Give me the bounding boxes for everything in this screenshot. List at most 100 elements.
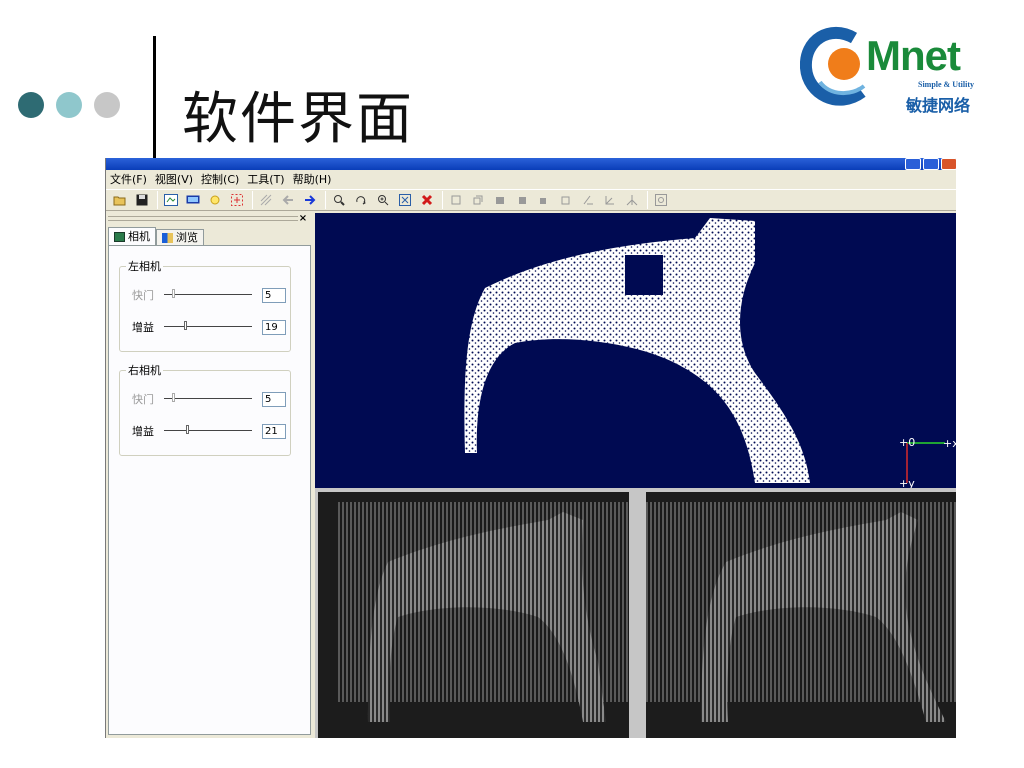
title-divider — [153, 36, 156, 172]
slider-track — [164, 398, 252, 399]
light-icon[interactable] — [205, 191, 225, 209]
panel-close-button[interactable]: × — [296, 213, 310, 225]
view-front-icon[interactable] — [468, 191, 488, 209]
panel-tabs: 相机 浏览 — [108, 227, 204, 245]
right-gain-row: 增益 21 — [132, 423, 286, 439]
logo-brand: Mnet — [866, 32, 961, 79]
browse-tab-icon — [162, 232, 173, 243]
display-icon[interactable] — [183, 191, 203, 209]
slide-bullet-dots — [18, 92, 120, 118]
point-cloud-graphic: +0 +x +y — [464, 218, 956, 488]
view-top-icon[interactable] — [446, 191, 466, 209]
camera-view-icon[interactable] — [161, 191, 181, 209]
grid-icon[interactable] — [256, 191, 276, 209]
view-bottom-icon[interactable] — [556, 191, 576, 209]
slider-thumb[interactable] — [172, 393, 175, 402]
left-camera-title: 左相机 — [126, 260, 163, 273]
menu-control[interactable]: 控制(C) — [199, 171, 245, 187]
menu-view[interactable]: 视图(V) — [153, 171, 199, 187]
crosshair-icon[interactable] — [227, 191, 247, 209]
left-gain-slider[interactable] — [164, 320, 252, 334]
left-camera-photo — [338, 502, 629, 722]
right-camera-group: 右相机 快门 5 增益 21 — [119, 364, 291, 456]
bullet-dot-1 — [18, 92, 44, 118]
fit-view-icon[interactable] — [395, 191, 415, 209]
window-titlebar[interactable] — [106, 158, 956, 170]
mnet-logo: Mnet Simple & Utility 敏捷网络 — [800, 22, 992, 122]
close-button[interactable] — [941, 158, 956, 170]
toolbar — [106, 189, 956, 211]
axis-y-icon[interactable] — [600, 191, 620, 209]
axis-x-icon[interactable] — [578, 191, 598, 209]
left-camera-group: 左相机 快门 5 增益 19 — [119, 260, 291, 352]
minimize-button[interactable] — [905, 158, 921, 170]
left-shutter-row: 快门 5 — [132, 287, 286, 303]
axis-y-label: +y — [899, 477, 915, 488]
maximize-button[interactable] — [923, 158, 939, 170]
right-gain-value[interactable]: 21 — [262, 423, 286, 439]
back-arrow-icon[interactable] — [278, 191, 298, 209]
slider-thumb[interactable] — [184, 321, 187, 330]
menu-help[interactable]: 帮助(H) — [291, 171, 338, 187]
zoom-icon[interactable] — [329, 191, 349, 209]
right-shutter-value[interactable]: 5 — [262, 391, 286, 407]
left-gain-row: 增益 19 — [132, 319, 286, 335]
right-shutter-label: 快门 — [132, 393, 154, 406]
right-shutter-slider[interactable] — [164, 392, 252, 406]
right-shutter-row: 快门 5 — [132, 391, 286, 407]
slider-thumb[interactable] — [172, 289, 175, 298]
axis-x-label: +x — [943, 437, 956, 450]
bullet-dot-2 — [56, 92, 82, 118]
zoom-in-icon[interactable] — [373, 191, 393, 209]
app-window: 文件(F) 视图(V) 控制(C) 工具(T) 帮助(H) × 相机 浏览 左相… — [105, 158, 956, 738]
open-icon[interactable] — [110, 191, 130, 209]
toolbar-separator — [647, 191, 648, 209]
toolbar-separator — [442, 191, 443, 209]
zoom-window-icon[interactable] — [651, 191, 671, 209]
delete-icon[interactable] — [417, 191, 437, 209]
left-shutter-value[interactable]: 5 — [262, 287, 286, 303]
panel-grip[interactable] — [108, 216, 298, 221]
camera-tab-icon — [114, 231, 125, 242]
menu-file[interactable]: 文件(F) — [108, 171, 153, 187]
view-left-icon[interactable] — [490, 191, 510, 209]
right-camera-image[interactable] — [646, 492, 956, 738]
point-cloud-3d-view[interactable]: +0 +x +y — [315, 213, 956, 488]
right-gain-slider[interactable] — [164, 424, 252, 438]
menu-tools[interactable]: 工具(T) — [245, 171, 290, 187]
slide-title: 软件界面 — [182, 87, 414, 152]
save-icon[interactable] — [132, 191, 152, 209]
slider-track — [164, 294, 252, 295]
right-gain-label: 增益 — [132, 425, 154, 438]
bullet-dot-3 — [94, 92, 120, 118]
tab-browse-label: 浏览 — [176, 231, 198, 244]
tab-camera[interactable]: 相机 — [108, 227, 156, 245]
tab-browse[interactable]: 浏览 — [156, 229, 204, 245]
logo-tagline: Simple & Utility — [918, 80, 974, 89]
toolbar-separator — [252, 191, 253, 209]
left-gain-value[interactable]: 19 — [262, 319, 286, 335]
rotate-icon[interactable] — [351, 191, 371, 209]
left-shutter-slider[interactable] — [164, 288, 252, 302]
view-right-icon[interactable] — [512, 191, 532, 209]
left-camera-image[interactable] — [318, 492, 629, 738]
left-gain-label: 增益 — [132, 321, 154, 334]
toolbar-separator — [157, 191, 158, 209]
panel-window — [625, 255, 663, 295]
axis-z-icon[interactable] — [622, 191, 642, 209]
axis-origin-label: +0 — [899, 436, 915, 449]
left-shutter-label: 快门 — [132, 289, 154, 302]
toolbar-separator — [325, 191, 326, 209]
tab-camera-label: 相机 — [128, 230, 150, 243]
stereo-camera-views — [315, 488, 956, 738]
camera-tab-body: 左相机 快门 5 增益 19 右相机 快门 5 增益 21 — [108, 245, 311, 735]
right-camera-photo — [646, 502, 956, 722]
forward-arrow-icon[interactable] — [300, 191, 320, 209]
menubar: 文件(F) 视图(V) 控制(C) 工具(T) 帮助(H) — [106, 170, 956, 188]
view-back-icon[interactable] — [534, 191, 554, 209]
logo-chinese-name: 敏捷网络 — [906, 96, 971, 115]
slider-track — [164, 326, 252, 327]
slider-thumb[interactable] — [186, 425, 189, 434]
right-camera-title: 右相机 — [126, 364, 163, 377]
slider-track — [164, 430, 252, 431]
